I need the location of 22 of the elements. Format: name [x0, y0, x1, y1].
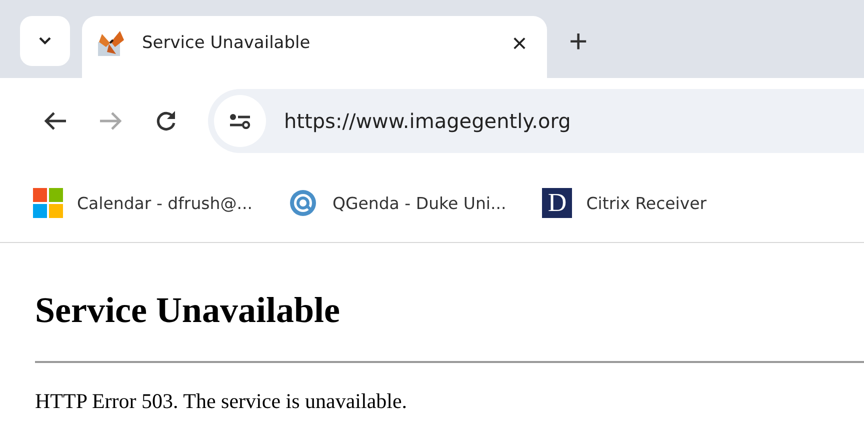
- chevron-down-icon: [38, 36, 52, 46]
- page-heading: Service Unavailable: [35, 289, 341, 331]
- at-sign-icon: [288, 188, 318, 218]
- bookmark-label: QGenda - Duke Uni...: [332, 194, 506, 212]
- url-text: https://www.imagegently.org: [284, 109, 571, 133]
- bookmark-label: Citrix Receiver: [586, 194, 707, 212]
- bookmark-item[interactable]: QGenda - Duke Uni...: [288, 188, 506, 218]
- bookmark-item[interactable]: Calendar - dfrush@...: [33, 188, 252, 218]
- bookmark-item[interactable]: D Citrix Receiver: [542, 188, 707, 218]
- four-squares-icon: [33, 188, 63, 218]
- close-tab-button[interactable]: ×: [512, 28, 527, 58]
- letter-logo-icon: D: [542, 188, 572, 218]
- back-icon[interactable]: [42, 110, 68, 132]
- site-info-button[interactable]: [214, 95, 266, 147]
- reload-icon[interactable]: [154, 109, 178, 133]
- address-bar[interactable]: https://www.imagegently.org: [208, 89, 864, 153]
- bookmark-label: Calendar - dfrush@...: [77, 194, 252, 212]
- tab-title: Service Unavailable: [142, 33, 312, 53]
- browser-tab[interactable]: Service Unavailable ×: [82, 16, 547, 78]
- new-tab-button[interactable]: +: [569, 23, 588, 60]
- error-message: HTTP Error 503. The service is unavailable.: [35, 389, 408, 414]
- tune-icon: [229, 113, 251, 129]
